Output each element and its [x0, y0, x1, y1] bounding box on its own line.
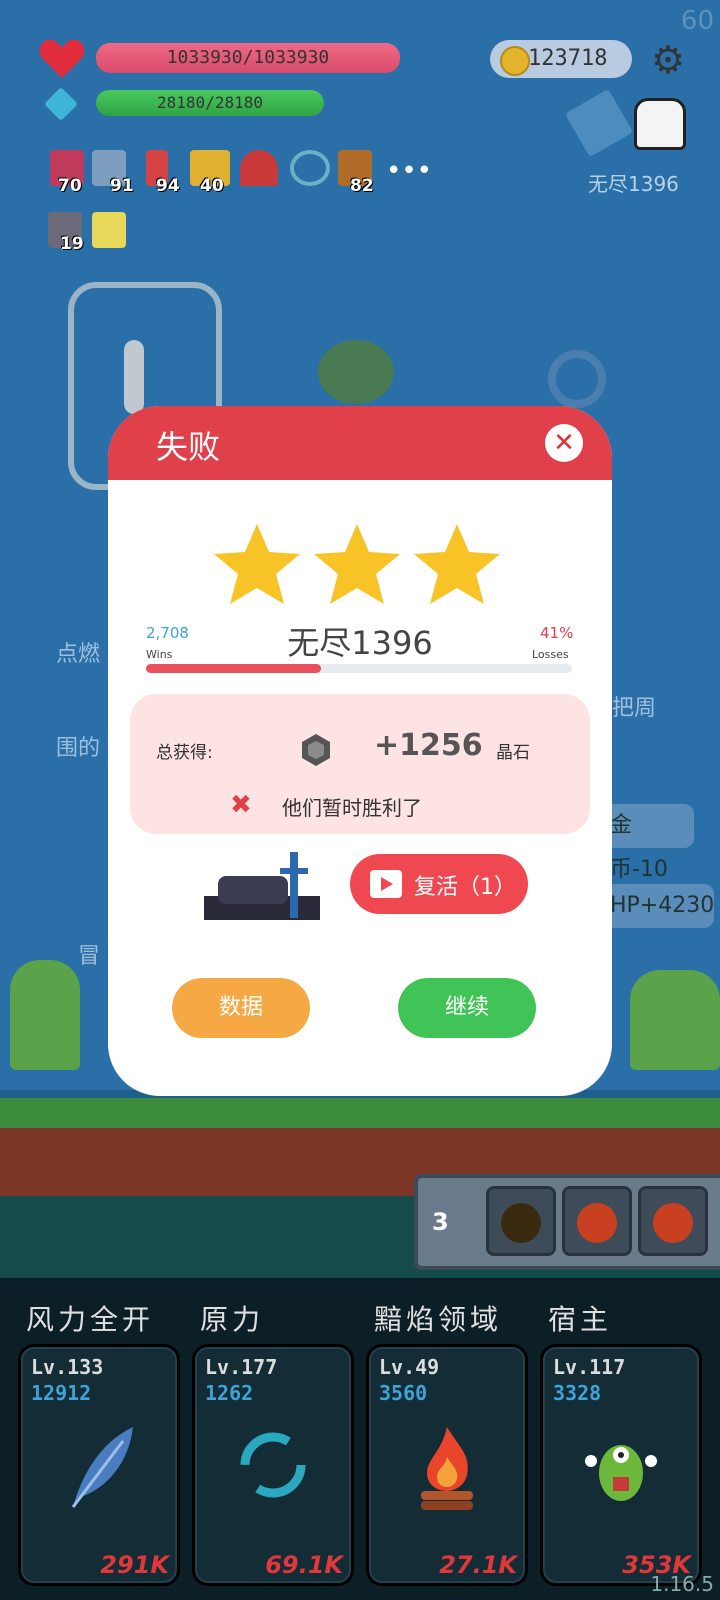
defeat-dialog: 失败 ✕ 2,708 Wins 无尽1396 41% Losses 总获得: +…	[108, 406, 612, 1096]
data-button[interactable]: 数据	[172, 978, 310, 1038]
fallen-knight-icon	[204, 852, 320, 920]
revive-label: 复活（1）	[414, 875, 516, 900]
losses-percent: 41%	[540, 624, 574, 642]
continue-button[interactable]: 继续	[398, 978, 536, 1038]
video-icon	[370, 870, 402, 898]
losses-label: Losses	[532, 648, 569, 661]
dialog-title: 失败	[156, 428, 221, 466]
star-icon	[314, 524, 400, 604]
win-loss-fill	[146, 664, 321, 673]
reward-value: +1256	[374, 728, 483, 763]
result-message: 他们暂时胜利了	[282, 796, 422, 820]
reward-panel: 总获得: +1256 晶石 ✖ 他们暂时胜利了	[130, 694, 590, 834]
star-icon	[214, 524, 300, 604]
close-button[interactable]: ✕	[545, 424, 583, 462]
star-icon	[414, 524, 500, 604]
reward-label: 总获得:	[156, 743, 213, 763]
reward-unit: 晶石	[496, 743, 530, 763]
crystal-icon	[302, 734, 330, 766]
cross-icon: ✖	[230, 790, 252, 820]
revive-button[interactable]: 复活（1）	[350, 854, 528, 914]
